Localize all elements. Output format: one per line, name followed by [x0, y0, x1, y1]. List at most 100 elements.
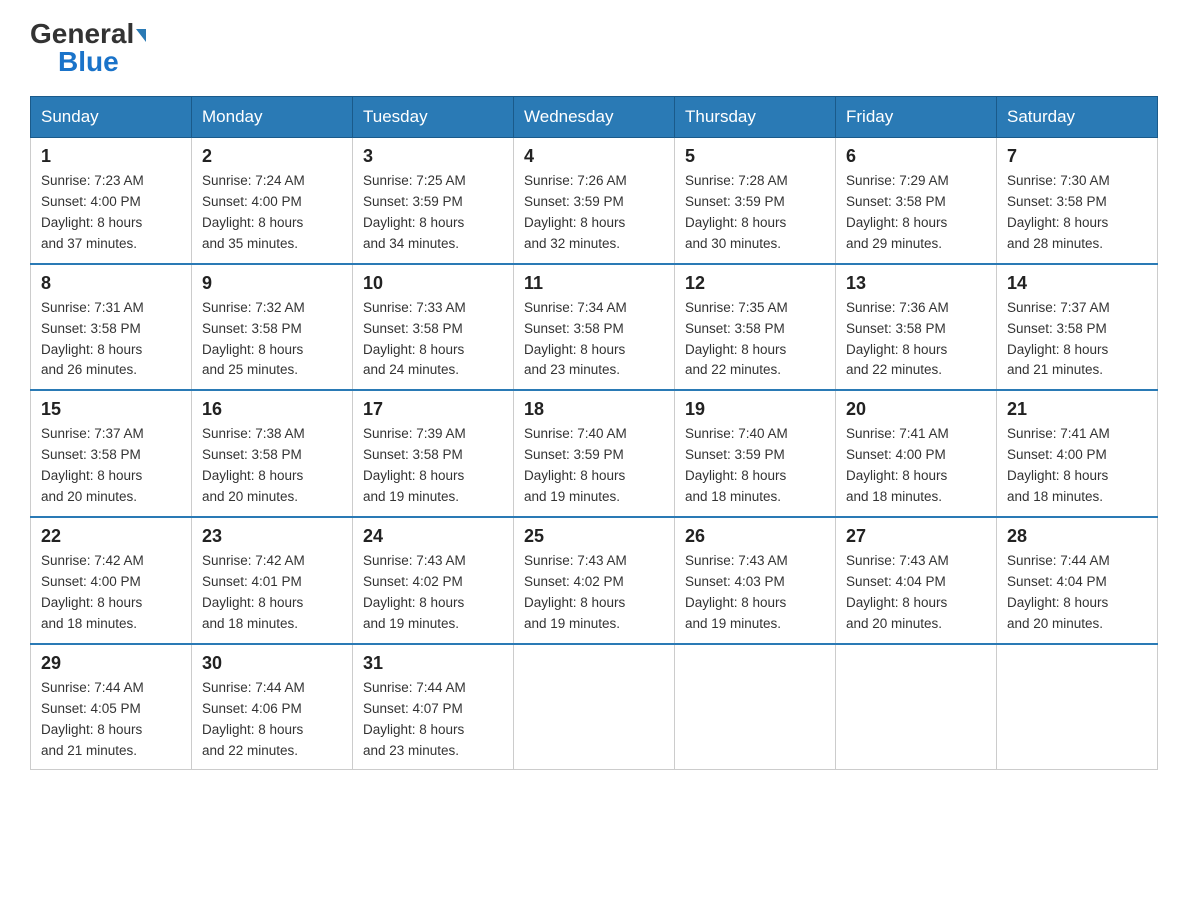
day-number: 26	[685, 526, 825, 547]
day-number: 4	[524, 146, 664, 167]
day-number: 21	[1007, 399, 1147, 420]
calendar-cell: 28 Sunrise: 7:44 AM Sunset: 4:04 PM Dayl…	[997, 517, 1158, 644]
calendar-cell: 18 Sunrise: 7:40 AM Sunset: 3:59 PM Dayl…	[514, 390, 675, 517]
calendar-cell: 12 Sunrise: 7:35 AM Sunset: 3:58 PM Dayl…	[675, 264, 836, 391]
calendar-cell: 3 Sunrise: 7:25 AM Sunset: 3:59 PM Dayli…	[353, 138, 514, 264]
day-info: Sunrise: 7:41 AM Sunset: 4:00 PM Dayligh…	[846, 424, 986, 508]
day-info: Sunrise: 7:40 AM Sunset: 3:59 PM Dayligh…	[524, 424, 664, 508]
day-info: Sunrise: 7:42 AM Sunset: 4:01 PM Dayligh…	[202, 551, 342, 635]
day-info: Sunrise: 7:44 AM Sunset: 4:05 PM Dayligh…	[41, 678, 181, 762]
day-number: 29	[41, 653, 181, 674]
week-row-4: 22 Sunrise: 7:42 AM Sunset: 4:00 PM Dayl…	[31, 517, 1158, 644]
day-info: Sunrise: 7:24 AM Sunset: 4:00 PM Dayligh…	[202, 171, 342, 255]
calendar-cell: 26 Sunrise: 7:43 AM Sunset: 4:03 PM Dayl…	[675, 517, 836, 644]
calendar-cell: 15 Sunrise: 7:37 AM Sunset: 3:58 PM Dayl…	[31, 390, 192, 517]
calendar-cell: 27 Sunrise: 7:43 AM Sunset: 4:04 PM Dayl…	[836, 517, 997, 644]
day-number: 12	[685, 273, 825, 294]
day-info: Sunrise: 7:43 AM Sunset: 4:02 PM Dayligh…	[524, 551, 664, 635]
day-number: 19	[685, 399, 825, 420]
calendar-cell	[997, 644, 1158, 770]
day-info: Sunrise: 7:39 AM Sunset: 3:58 PM Dayligh…	[363, 424, 503, 508]
calendar-cell: 29 Sunrise: 7:44 AM Sunset: 4:05 PM Dayl…	[31, 644, 192, 770]
day-info: Sunrise: 7:37 AM Sunset: 3:58 PM Dayligh…	[41, 424, 181, 508]
calendar-cell: 4 Sunrise: 7:26 AM Sunset: 3:59 PM Dayli…	[514, 138, 675, 264]
calendar-cell: 22 Sunrise: 7:42 AM Sunset: 4:00 PM Dayl…	[31, 517, 192, 644]
week-row-3: 15 Sunrise: 7:37 AM Sunset: 3:58 PM Dayl…	[31, 390, 1158, 517]
day-number: 25	[524, 526, 664, 547]
calendar-table: SundayMondayTuesdayWednesdayThursdayFrid…	[30, 96, 1158, 770]
day-info: Sunrise: 7:40 AM Sunset: 3:59 PM Dayligh…	[685, 424, 825, 508]
week-row-2: 8 Sunrise: 7:31 AM Sunset: 3:58 PM Dayli…	[31, 264, 1158, 391]
day-number: 28	[1007, 526, 1147, 547]
calendar-cell: 21 Sunrise: 7:41 AM Sunset: 4:00 PM Dayl…	[997, 390, 1158, 517]
day-info: Sunrise: 7:44 AM Sunset: 4:04 PM Dayligh…	[1007, 551, 1147, 635]
page-header: General Blue	[30, 20, 1158, 76]
day-number: 17	[363, 399, 503, 420]
col-header-tuesday: Tuesday	[353, 97, 514, 138]
day-number: 9	[202, 273, 342, 294]
col-header-saturday: Saturday	[997, 97, 1158, 138]
calendar-cell: 19 Sunrise: 7:40 AM Sunset: 3:59 PM Dayl…	[675, 390, 836, 517]
calendar-cell: 16 Sunrise: 7:38 AM Sunset: 3:58 PM Dayl…	[192, 390, 353, 517]
day-info: Sunrise: 7:41 AM Sunset: 4:00 PM Dayligh…	[1007, 424, 1147, 508]
day-info: Sunrise: 7:26 AM Sunset: 3:59 PM Dayligh…	[524, 171, 664, 255]
day-number: 3	[363, 146, 503, 167]
day-info: Sunrise: 7:33 AM Sunset: 3:58 PM Dayligh…	[363, 298, 503, 382]
calendar-cell: 1 Sunrise: 7:23 AM Sunset: 4:00 PM Dayli…	[31, 138, 192, 264]
calendar-cell: 13 Sunrise: 7:36 AM Sunset: 3:58 PM Dayl…	[836, 264, 997, 391]
day-info: Sunrise: 7:42 AM Sunset: 4:00 PM Dayligh…	[41, 551, 181, 635]
calendar-cell: 2 Sunrise: 7:24 AM Sunset: 4:00 PM Dayli…	[192, 138, 353, 264]
day-number: 10	[363, 273, 503, 294]
calendar-cell: 30 Sunrise: 7:44 AM Sunset: 4:06 PM Dayl…	[192, 644, 353, 770]
col-header-monday: Monday	[192, 97, 353, 138]
calendar-cell: 31 Sunrise: 7:44 AM Sunset: 4:07 PM Dayl…	[353, 644, 514, 770]
day-info: Sunrise: 7:43 AM Sunset: 4:04 PM Dayligh…	[846, 551, 986, 635]
day-number: 23	[202, 526, 342, 547]
calendar-cell: 7 Sunrise: 7:30 AM Sunset: 3:58 PM Dayli…	[997, 138, 1158, 264]
day-number: 24	[363, 526, 503, 547]
calendar-cell: 23 Sunrise: 7:42 AM Sunset: 4:01 PM Dayl…	[192, 517, 353, 644]
calendar-cell: 8 Sunrise: 7:31 AM Sunset: 3:58 PM Dayli…	[31, 264, 192, 391]
col-header-wednesday: Wednesday	[514, 97, 675, 138]
day-number: 20	[846, 399, 986, 420]
logo-blue-text: Blue	[58, 48, 119, 76]
calendar-cell: 14 Sunrise: 7:37 AM Sunset: 3:58 PM Dayl…	[997, 264, 1158, 391]
day-number: 27	[846, 526, 986, 547]
day-info: Sunrise: 7:28 AM Sunset: 3:59 PM Dayligh…	[685, 171, 825, 255]
calendar-cell: 20 Sunrise: 7:41 AM Sunset: 4:00 PM Dayl…	[836, 390, 997, 517]
days-header-row: SundayMondayTuesdayWednesdayThursdayFrid…	[31, 97, 1158, 138]
day-number: 8	[41, 273, 181, 294]
logo-general-text: General	[30, 20, 146, 48]
logo: General Blue	[30, 20, 146, 76]
day-number: 5	[685, 146, 825, 167]
calendar-cell: 24 Sunrise: 7:43 AM Sunset: 4:02 PM Dayl…	[353, 517, 514, 644]
day-info: Sunrise: 7:43 AM Sunset: 4:03 PM Dayligh…	[685, 551, 825, 635]
day-info: Sunrise: 7:29 AM Sunset: 3:58 PM Dayligh…	[846, 171, 986, 255]
day-info: Sunrise: 7:38 AM Sunset: 3:58 PM Dayligh…	[202, 424, 342, 508]
calendar-cell: 9 Sunrise: 7:32 AM Sunset: 3:58 PM Dayli…	[192, 264, 353, 391]
day-info: Sunrise: 7:32 AM Sunset: 3:58 PM Dayligh…	[202, 298, 342, 382]
calendar-cell	[675, 644, 836, 770]
day-info: Sunrise: 7:23 AM Sunset: 4:00 PM Dayligh…	[41, 171, 181, 255]
calendar-cell: 6 Sunrise: 7:29 AM Sunset: 3:58 PM Dayli…	[836, 138, 997, 264]
calendar-cell	[514, 644, 675, 770]
day-number: 18	[524, 399, 664, 420]
day-info: Sunrise: 7:36 AM Sunset: 3:58 PM Dayligh…	[846, 298, 986, 382]
day-info: Sunrise: 7:30 AM Sunset: 3:58 PM Dayligh…	[1007, 171, 1147, 255]
day-info: Sunrise: 7:44 AM Sunset: 4:06 PM Dayligh…	[202, 678, 342, 762]
day-number: 16	[202, 399, 342, 420]
col-header-thursday: Thursday	[675, 97, 836, 138]
col-header-sunday: Sunday	[31, 97, 192, 138]
day-info: Sunrise: 7:35 AM Sunset: 3:58 PM Dayligh…	[685, 298, 825, 382]
day-number: 30	[202, 653, 342, 674]
day-number: 1	[41, 146, 181, 167]
calendar-cell	[836, 644, 997, 770]
day-info: Sunrise: 7:44 AM Sunset: 4:07 PM Dayligh…	[363, 678, 503, 762]
day-number: 11	[524, 273, 664, 294]
day-info: Sunrise: 7:25 AM Sunset: 3:59 PM Dayligh…	[363, 171, 503, 255]
day-number: 13	[846, 273, 986, 294]
col-header-friday: Friday	[836, 97, 997, 138]
day-info: Sunrise: 7:34 AM Sunset: 3:58 PM Dayligh…	[524, 298, 664, 382]
calendar-cell: 11 Sunrise: 7:34 AM Sunset: 3:58 PM Dayl…	[514, 264, 675, 391]
calendar-cell: 17 Sunrise: 7:39 AM Sunset: 3:58 PM Dayl…	[353, 390, 514, 517]
